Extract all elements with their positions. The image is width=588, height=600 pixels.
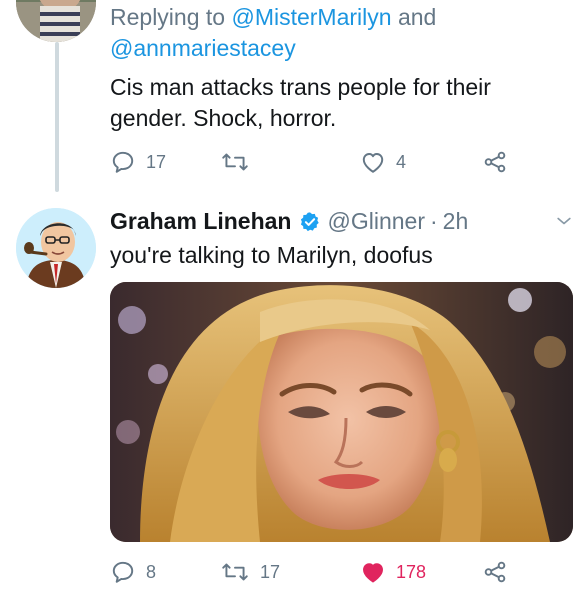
retweet-icon [220, 559, 250, 585]
retweet-button[interactable]: 17 [220, 559, 360, 585]
replying-prefix: Replying to [110, 4, 226, 30]
user-handle[interactable]: @Glinner [327, 208, 425, 235]
reply-icon [110, 149, 136, 175]
tweet-action-bar: 8 17 178 [110, 557, 570, 587]
like-icon [360, 560, 386, 584]
mention-link[interactable]: @annmariestacey [110, 35, 296, 61]
like-count: 4 [396, 151, 407, 172]
share-button[interactable] [482, 149, 508, 175]
share-icon [482, 559, 508, 585]
share-icon [482, 149, 508, 175]
thread-connector-line [55, 42, 59, 192]
reply-button[interactable]: 17 [110, 149, 220, 175]
reply-count: 17 [146, 151, 167, 172]
verified-badge-icon [299, 211, 321, 233]
tweet-header: Graham Linehan @Glinner · 2h [110, 206, 578, 237]
mention-link[interactable]: @MisterMarilyn [231, 4, 391, 30]
tweet-text: Cis man attacks trans people for their g… [110, 72, 570, 134]
tweet-text-line: Cis man attacks trans people for their [110, 74, 491, 100]
replying-to-line: Replying to @MisterMarilyn and @annmarie… [110, 2, 570, 64]
separator-dot: · [429, 208, 438, 234]
retweet-button[interactable] [220, 149, 360, 175]
main-tweet: Graham Linehan @Glinner · 2h you're talk… [110, 206, 578, 271]
tweet-text-line: gender. Shock, horror. [110, 105, 337, 131]
like-button[interactable]: 178 [360, 560, 482, 584]
retweet-count: 17 [260, 561, 281, 582]
retweet-icon [220, 149, 250, 175]
reply-count: 8 [146, 561, 157, 582]
share-button[interactable] [482, 559, 508, 585]
display-name[interactable]: Graham Linehan [110, 208, 291, 235]
like-button[interactable]: 4 [360, 150, 482, 174]
chevron-down-icon[interactable] [554, 210, 574, 237]
avatar[interactable] [16, 0, 96, 42]
like-icon [360, 150, 386, 174]
timestamp[interactable]: 2h [443, 208, 469, 235]
like-count: 178 [396, 561, 427, 582]
reply-icon [110, 559, 136, 585]
tweet-action-bar: 17 4 [110, 147, 570, 177]
reply-tweet: Replying to @MisterMarilyn and @annmarie… [110, 0, 570, 134]
and-word: and [397, 4, 437, 30]
tweet-media-image[interactable] [110, 282, 573, 542]
tweet-text: you're talking to Marilyn, doofus [110, 242, 433, 268]
avatar[interactable] [16, 208, 96, 288]
reply-button[interactable]: 8 [110, 559, 220, 585]
